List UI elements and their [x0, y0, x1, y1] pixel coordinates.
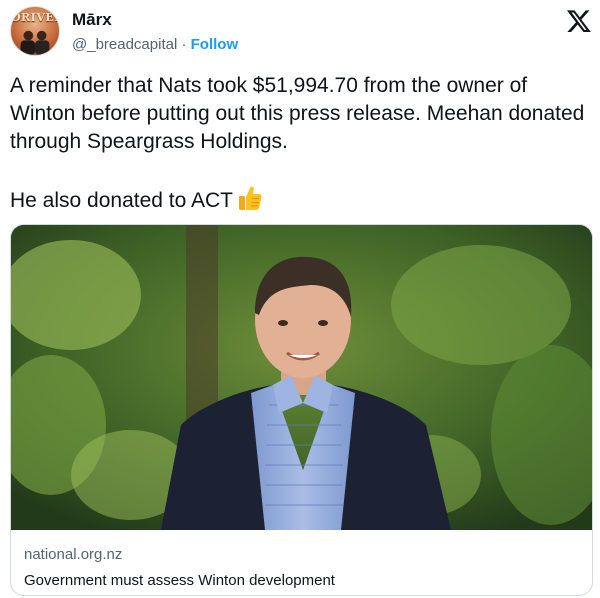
card-title[interactable]: Government must assess Winton developmen…: [24, 572, 335, 589]
link-preview-card[interactable]: national.org.nz Government must assess W…: [10, 224, 593, 596]
thumbs-up-icon: [238, 186, 262, 210]
card-domain[interactable]: national.org.nz: [24, 546, 122, 563]
separator-dot: ·: [181, 36, 187, 53]
display-name[interactable]: Mārx: [72, 10, 112, 30]
avatar-text: DRIVERS: [11, 11, 59, 24]
post-paragraph-2-text: He also donated to ACT: [10, 189, 233, 212]
post-text: A reminder that Nats took $51,994.70 fro…: [10, 72, 590, 215]
x-logo-icon[interactable]: [566, 8, 592, 34]
avatar[interactable]: DRIVERS: [10, 6, 60, 56]
post-paragraph-1: A reminder that Nats took $51,994.70 fro…: [10, 74, 585, 153]
handle-row: @_breadcapital · Follow: [72, 36, 238, 53]
user-handle[interactable]: @_breadcapital: [72, 36, 177, 53]
avatar-figures-icon: [20, 31, 50, 55]
post-paragraph-2: He also donated to ACT: [10, 184, 590, 215]
follow-button[interactable]: Follow: [191, 36, 239, 53]
portrait-photo: [11, 225, 592, 530]
card-image[interactable]: [11, 225, 592, 530]
